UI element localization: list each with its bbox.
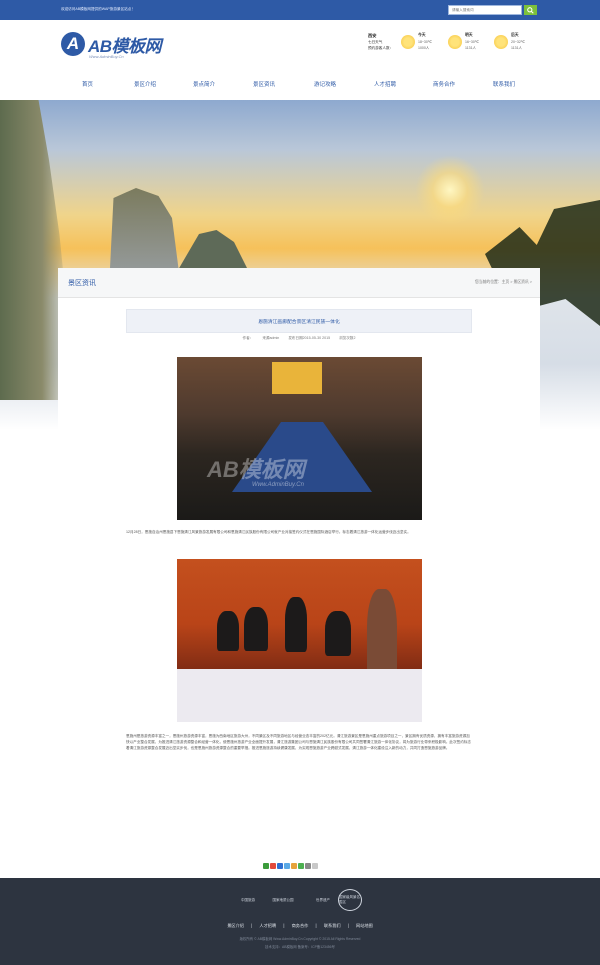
sun-icon bbox=[401, 35, 415, 49]
person bbox=[285, 597, 307, 652]
share-icon[interactable] bbox=[263, 863, 269, 869]
share-icon[interactable] bbox=[291, 863, 297, 869]
weather-city: 西安 七日天气 预约游客人数： bbox=[368, 33, 394, 50]
article-title: 恩施清江画廊配合景区清江民族一体化 bbox=[258, 320, 340, 325]
site-logo[interactable]: A AB模板网 Www.AdminBuy.Cn bbox=[61, 30, 181, 62]
content-panel: 景区资讯 您当前的位置：主页 > 景区资讯 > 恩施清江画廊配合景区清江民族一体… bbox=[58, 268, 540, 880]
footer-separator: | bbox=[315, 923, 317, 928]
meta-author: 作者： bbox=[242, 336, 254, 340]
footer-logo-icon: 国家地质公园 bbox=[272, 897, 294, 902]
footer-separator: | bbox=[283, 923, 285, 928]
footer-logos: 中国旅游 国家地质公园 世界遗产 国家级风景名胜区 bbox=[234, 889, 364, 911]
nav-item-business[interactable]: 商务合作 bbox=[433, 80, 455, 88]
meta-source: 来源admin bbox=[262, 336, 280, 340]
footer-separator: | bbox=[347, 923, 349, 928]
search-input[interactable] bbox=[449, 6, 521, 14]
share-icon[interactable] bbox=[284, 863, 290, 869]
nav-item-spots[interactable]: 景点简介 bbox=[193, 80, 215, 88]
article-title-box: 恩施清江画廊配合景区清江民族一体化 bbox=[126, 309, 472, 333]
article-meta: 作者： 来源admin 发布日期2015-05-30 2015 浏览次数2 bbox=[58, 336, 540, 341]
footer-link-intro[interactable]: 景区介绍 bbox=[227, 923, 244, 928]
search-button[interactable] bbox=[524, 5, 537, 15]
share-bar bbox=[263, 863, 335, 870]
meta-views: 浏览次数2 bbox=[339, 336, 356, 340]
share-icon[interactable] bbox=[277, 863, 283, 869]
sun-glow bbox=[415, 155, 485, 225]
footer-links: 景区介绍 | 人才招聘 | 商务合作 | 联系我们 | 网站地图 bbox=[0, 923, 600, 929]
nav-item-home[interactable]: 首页 bbox=[82, 80, 93, 88]
breadcrumb[interactable]: 您当前的位置：主页 > 景区资讯 > bbox=[475, 280, 532, 285]
footer-link-jobs[interactable]: 人才招聘 bbox=[259, 923, 276, 928]
article-photo-signing bbox=[177, 559, 422, 722]
footer-link-business[interactable]: 商务合作 bbox=[292, 923, 309, 928]
share-icon[interactable] bbox=[270, 863, 276, 869]
logo-url: Www.AdminBuy.Cn bbox=[89, 54, 124, 59]
nav-item-intro[interactable]: 景区介绍 bbox=[134, 80, 156, 88]
sun-icon bbox=[494, 35, 508, 49]
nav-item-guides[interactable]: 游记攻略 bbox=[314, 80, 336, 88]
article-photo-meeting: AB模板网 Www.AdminBuy.Cn bbox=[177, 357, 422, 520]
nav-item-news[interactable]: 景区资讯 bbox=[253, 80, 275, 88]
share-icon[interactable] bbox=[305, 863, 311, 869]
main-nav: 首页 景区介绍 景点简介 景区资讯 游记攻略 人才招聘 商务合作 联系我们 bbox=[0, 70, 600, 100]
nav-item-contact[interactable]: 联系我们 bbox=[493, 80, 515, 88]
weather-day-after: 后天 20~32℃ 1131人 bbox=[494, 33, 546, 59]
share-icon[interactable] bbox=[312, 863, 318, 869]
footer-separator: | bbox=[251, 923, 253, 928]
footer-link-contact[interactable]: 联系我们 bbox=[324, 923, 341, 928]
footer-logo-icon: 国家级风景名胜区 bbox=[338, 889, 362, 911]
photo-watermark: AB模板网 bbox=[207, 457, 305, 482]
search-icon bbox=[527, 6, 534, 14]
search-box[interactable] bbox=[448, 5, 522, 15]
welcome-text: 欢迎访问AB模板网提供的WAP旅游景区站点！ bbox=[61, 7, 135, 11]
footer-copyright: 版权所有 © AB模板网 Www.AdminBuy.Cn Copyright ©… bbox=[239, 937, 361, 941]
footer-logo-icon: 世界遗产 bbox=[316, 897, 330, 902]
footer: 中国旅游 国家地质公园 世界遗产 国家级风景名胜区 景区介绍 | 人才招聘 | … bbox=[0, 878, 600, 965]
article-paragraph: 12月28日，恩施自治州恩施县下恩施清江风景旅游发展有限公司和恩施清江民族股份有… bbox=[126, 530, 411, 534]
person bbox=[325, 611, 351, 656]
section-header: 景区资讯 您当前的位置：主页 > 景区资讯 > bbox=[58, 268, 540, 298]
projection-screen bbox=[272, 362, 322, 394]
footer-icp: 技术支持：AB模板网 备案号：ICP备123456号 bbox=[265, 945, 335, 949]
weather-day-today: 今天 18~30℃ 1000人 bbox=[401, 33, 453, 59]
header: A AB模板网 Www.AdminBuy.Cn 西安 七日天气 预约游客人数： … bbox=[0, 20, 600, 70]
footer-link-sitemap[interactable]: 网站地图 bbox=[356, 923, 373, 928]
section-title: 景区资讯 bbox=[68, 280, 96, 287]
nav-item-jobs[interactable]: 人才招聘 bbox=[374, 80, 396, 88]
photo-watermark-url: Www.AdminBuy.Cn bbox=[252, 482, 304, 488]
person bbox=[217, 611, 239, 651]
article-paragraph: 恩施州是旅游资源丰富之一，恩施州旅游资源丰富，恩施为西南地区旅游大州，不同景区及… bbox=[126, 734, 471, 750]
weather-widget: 西安 七日天气 预约游客人数： 今天 18~30℃ 1000人 明天 16~30… bbox=[368, 33, 538, 63]
footer-logo-icon: 中国旅游 bbox=[241, 897, 255, 902]
meta-date: 发布日期2015-05-30 2015 bbox=[288, 336, 331, 340]
sun-icon bbox=[448, 35, 462, 49]
logo-mark-icon: A bbox=[61, 32, 85, 56]
weather-day-tomorrow: 明天 16~30℃ 1131人 bbox=[448, 33, 500, 59]
person bbox=[244, 607, 268, 651]
mountain-peak bbox=[178, 230, 248, 270]
top-bar: 欢迎访问AB模板网提供的WAP旅游景区站点！ bbox=[0, 0, 600, 20]
share-icon[interactable] bbox=[298, 863, 304, 869]
signing-table bbox=[177, 669, 422, 722]
